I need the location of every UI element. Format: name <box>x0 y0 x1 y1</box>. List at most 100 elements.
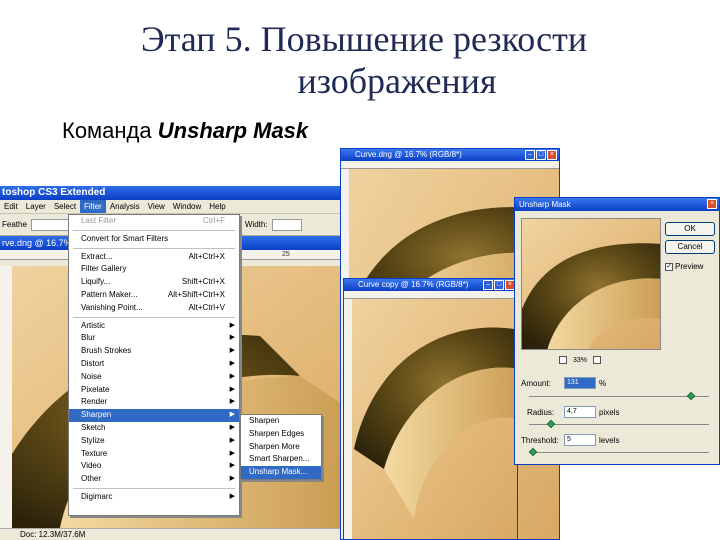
checkmark-icon: ✓ <box>665 262 673 271</box>
close-icon[interactable]: × <box>707 199 717 209</box>
menu-item-label: Other <box>81 474 102 484</box>
radius-unit: pixels <box>599 407 620 417</box>
filter-menu-item[interactable]: Other ▶ <box>69 473 239 486</box>
menu-edit[interactable]: Edit <box>0 200 22 213</box>
sharpen-submenu-item[interactable]: Unsharp Mask... <box>241 466 321 479</box>
menu-separator <box>73 229 235 231</box>
dialog-preview-image[interactable] <box>521 218 661 350</box>
zoom-controls: 33% <box>559 356 602 364</box>
sharpen-submenu-item[interactable]: Smart Sharpen... <box>241 453 321 466</box>
filter-menu-item[interactable]: Brush Strokes ▶ <box>69 345 239 358</box>
threshold-slider-handle[interactable] <box>528 447 537 457</box>
curve-copy-canvas[interactable] <box>344 299 518 540</box>
filter-menu-item[interactable]: Blur ▶ <box>69 332 239 345</box>
menu-item-label: Artistic <box>81 320 105 330</box>
sharpen-submenu-item[interactable]: Sharpen More <box>241 441 321 454</box>
curve-window-titlebar[interactable]: Curve.dng @ 16.7% (RGB/8*) – □ × <box>341 149 559 161</box>
filter-menu-item[interactable]: Artistic ▶ <box>69 320 239 333</box>
menu-separator <box>73 316 235 318</box>
maximize-icon[interactable]: □ <box>494 280 504 290</box>
slide-title-line1: Этап 5. Повышение резкости <box>140 19 588 59</box>
minimize-icon[interactable]: – <box>483 280 493 290</box>
minimize-icon[interactable]: – <box>525 150 535 160</box>
menu-item-label: Blur <box>81 333 96 343</box>
unsharp-mask-dialog: Unsharp Mask × OK Cancel ✓ Preview 33% A… <box>514 197 720 465</box>
filter-menu-item[interactable]: Stylize ▶ <box>69 435 239 448</box>
menubar: Edit Layer Select Filter Analysis View Window H… <box>0 200 345 214</box>
filter-menu: Last Filter Ctrl+F Convert for Smart Filte… <box>68 214 240 516</box>
filter-menu-item[interactable]: Sketch ▶ <box>69 422 239 435</box>
cancel-button[interactable]: Cancel <box>665 240 715 254</box>
filter-menu-item[interactable]: Digimarc ▶ <box>69 491 239 504</box>
sharpen-submenu-item[interactable]: Sharpen <box>241 415 321 428</box>
curve-copy-title: Curve copy @ 16.7% (RGB/8*) <box>358 280 469 289</box>
menu-window[interactable]: Window <box>169 200 205 213</box>
amount-slider[interactable] <box>529 391 709 401</box>
radius-slider[interactable] <box>529 419 709 429</box>
chevron-right-icon: ▶ <box>229 436 235 444</box>
menu-item-shortcut: Alt+Shift+Ctrl+X <box>167 289 225 299</box>
menu-item-label: Liquify... <box>81 277 111 287</box>
filter-menu-item[interactable]: Texture ▶ <box>69 448 239 461</box>
filter-menu-item[interactable]: Distort ▶ <box>69 358 239 371</box>
menu-item-label: Vanishing Point... <box>81 302 143 312</box>
menu-item-label: Digimarc <box>81 491 113 501</box>
radius-slider-handle[interactable] <box>546 419 555 429</box>
curve-copy-titlebar[interactable]: Curve copy @ 16.7% (RGB/8*) – □ × <box>344 279 517 291</box>
amount-slider-handle[interactable] <box>686 391 696 401</box>
chevron-right-icon: ▶ <box>229 334 235 342</box>
filter-menu-item[interactable]: Pattern Maker... Alt+Shift+Ctrl+X <box>69 289 239 302</box>
chevron-right-icon: ▶ <box>229 372 235 380</box>
close-icon[interactable]: × <box>547 150 557 160</box>
width-input[interactable] <box>271 218 302 231</box>
filter-menu-item[interactable]: Convert for Smart Filters <box>69 233 239 246</box>
menu-layer[interactable]: Layer <box>22 200 50 213</box>
filter-menu-item[interactable]: Extract... Alt+Ctrl+X <box>69 251 239 264</box>
ok-button[interactable]: OK <box>665 222 715 236</box>
app-titlebar: toshop CS3 Extended <box>0 186 345 200</box>
ruler-mark: 25 <box>282 251 290 258</box>
chevron-right-icon: ▶ <box>229 359 235 367</box>
filter-menu-item[interactable]: Render ▶ <box>69 396 239 409</box>
filter-menu-item[interactable]: Liquify... Shift+Ctrl+X <box>69 276 239 289</box>
chevron-right-icon: ▶ <box>229 423 235 431</box>
dialog-titlebar[interactable]: Unsharp Mask × <box>515 198 719 211</box>
filter-menu-item[interactable]: Sharpen ▶ <box>69 409 239 422</box>
radius-row: Radius: 4,7 pixels <box>521 406 619 418</box>
slide-title-line2: изображения <box>297 61 497 101</box>
preview-label: Preview <box>675 262 704 271</box>
filter-menu-item[interactable]: Video ▶ <box>69 460 239 473</box>
filter-menu-item[interactable]: Filter Gallery <box>69 263 239 276</box>
filter-menu-item[interactable]: Noise ▶ <box>69 371 239 384</box>
chevron-right-icon: ▶ <box>229 411 235 419</box>
menu-help[interactable]: Help <box>205 200 229 213</box>
menu-item-shortcut: Alt+Ctrl+X <box>188 251 225 261</box>
threshold-slider[interactable] <box>528 447 709 457</box>
zoom-level: 33% <box>573 356 588 364</box>
menu-analysis[interactable]: Analysis <box>106 200 144 213</box>
filter-menu-item[interactable]: Last Filter Ctrl+F <box>69 215 239 228</box>
menu-select[interactable]: Select <box>50 200 80 213</box>
menu-separator <box>73 247 235 249</box>
curve-copy-window[interactable]: Curve copy @ 16.7% (RGB/8*) – □ × <box>343 278 518 540</box>
sharpen-submenu-item[interactable]: Sharpen Edges <box>241 428 321 441</box>
threshold-input[interactable]: 5 <box>564 434 596 446</box>
zoom-out-button[interactable] <box>559 356 567 364</box>
maximize-icon[interactable]: □ <box>536 150 546 160</box>
amount-input[interactable]: 131 <box>564 377 596 389</box>
radius-input[interactable]: 4,7 <box>564 406 596 418</box>
filter-menu-item[interactable]: Vanishing Point... Alt+Ctrl+V <box>69 302 239 315</box>
menu-view[interactable]: View <box>144 200 169 213</box>
filter-menu-item[interactable]: Pixelate ▶ <box>69 384 239 397</box>
chevron-right-icon: ▶ <box>229 321 235 329</box>
threshold-row: Threshold: 5 levels <box>521 434 619 446</box>
curve-copy-ruler <box>344 291 517 299</box>
chevron-right-icon: ▶ <box>229 398 235 406</box>
preview-checkbox[interactable]: ✓ Preview <box>665 262 703 271</box>
menu-filter[interactable]: Filter <box>80 200 106 213</box>
menu-item-label: Extract... <box>81 251 113 261</box>
chevron-right-icon: ▶ <box>229 449 235 457</box>
chevron-right-icon: ▶ <box>229 492 235 500</box>
zoom-in-button[interactable] <box>593 356 602 364</box>
menu-item-label: Stylize <box>81 435 105 445</box>
